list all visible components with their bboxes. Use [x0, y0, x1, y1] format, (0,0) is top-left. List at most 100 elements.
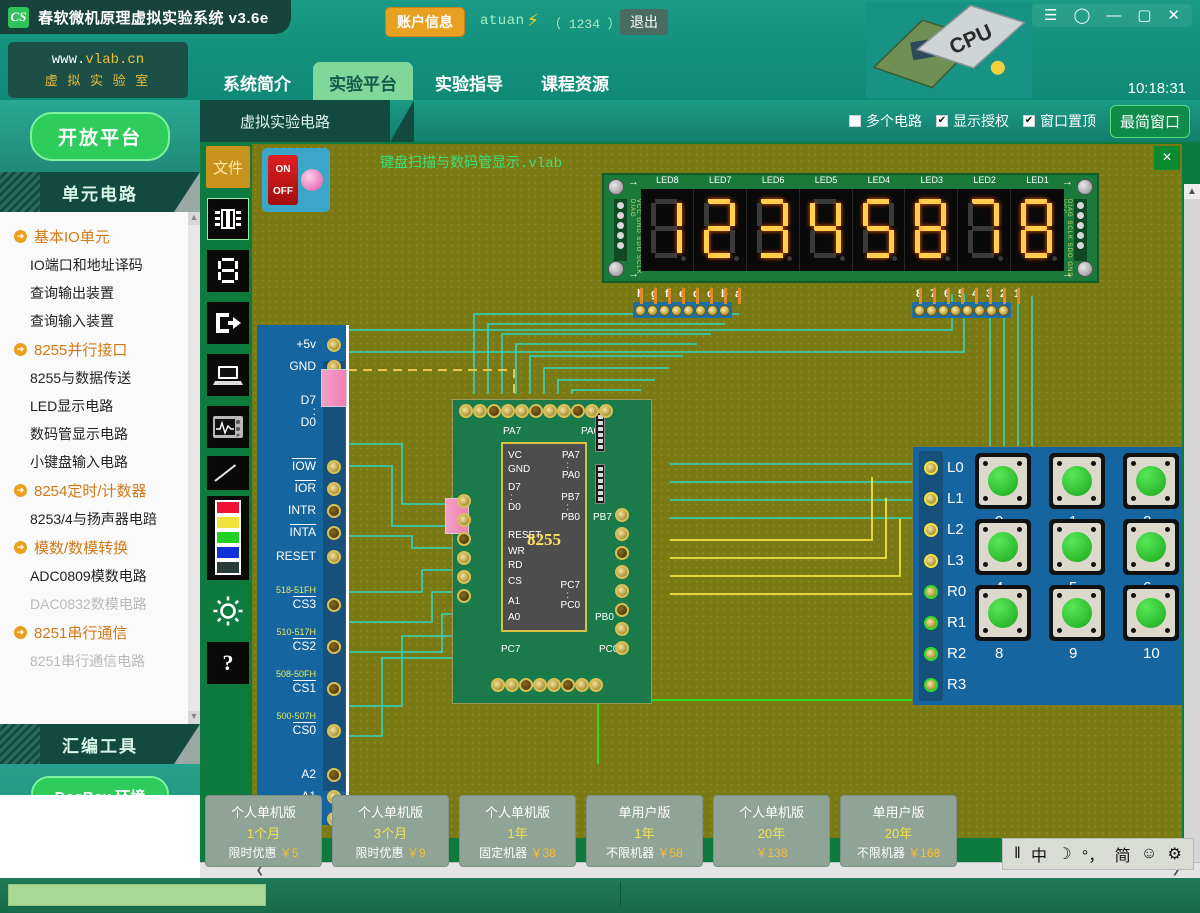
ic-bot-pad-6[interactable]	[575, 678, 589, 692]
pa-header-connector[interactable]	[595, 412, 605, 452]
ic-right-pad-4[interactable]	[615, 584, 629, 598]
connector-pin[interactable]	[647, 304, 658, 316]
ic-right-pad-7[interactable]	[615, 641, 629, 655]
ic-top-pad-7[interactable]	[557, 404, 571, 418]
keypad-pad-R0[interactable]	[924, 585, 938, 599]
logout-button[interactable]: 退出	[620, 9, 668, 35]
ime-punctuation-icon[interactable]: °，	[1082, 842, 1104, 866]
checkbox-show-license[interactable]: ✔ 显示授权	[935, 111, 1009, 131]
menu-item-10[interactable]: 8253/4与扬声器电踣	[0, 505, 200, 533]
ime-settings-icon[interactable]: ⚙	[1167, 844, 1181, 864]
menu-icon[interactable]: ☰	[1044, 8, 1057, 23]
connector-pin[interactable]	[998, 304, 1009, 316]
ic-left-pad-0[interactable]	[457, 494, 471, 508]
menu-item-1[interactable]: IO端口和地址译码	[0, 251, 200, 279]
circle-icon[interactable]: ◯	[1073, 8, 1090, 23]
swatch-green[interactable]	[215, 530, 241, 545]
pricing-card-5[interactable]: 单用户版 20年 不限机器 ￥168	[840, 795, 957, 867]
ime-moon-icon[interactable]: ☽	[1057, 844, 1071, 864]
connector-pin[interactable]	[671, 304, 682, 316]
seven-segment-icon[interactable]	[207, 250, 249, 292]
ic-bot-pad-7[interactable]	[589, 678, 603, 692]
menu-group-9[interactable]: ➜ 8254定时/计数器	[0, 476, 200, 505]
ic-left-pad-4[interactable]	[457, 570, 471, 584]
keypad-pad-L0[interactable]	[924, 461, 938, 475]
connector-pin[interactable]	[962, 304, 973, 316]
bus-pad-CS3[interactable]	[327, 598, 341, 612]
menu-item-15[interactable]: 8251串行通信电路	[0, 647, 200, 675]
menu-item-7[interactable]: 数码管显示电路	[0, 420, 200, 448]
nav-tab-experiment-guide[interactable]: 实验指导	[419, 62, 519, 100]
menu-group-4[interactable]: ➜ 8255并行接口	[0, 335, 200, 364]
scroll-up-icon[interactable]: ▲	[1184, 184, 1200, 199]
ic-bot-pad-0[interactable]	[491, 678, 505, 692]
bus-pad-INTA[interactable]	[327, 526, 341, 540]
ic-left-pad-3[interactable]	[457, 551, 471, 565]
keypad-pad-R3[interactable]	[924, 678, 938, 692]
ime-chinese-mode[interactable]: 中	[1031, 842, 1047, 866]
ime-divider[interactable]: ‖	[1014, 845, 1021, 863]
keypad-pad-L1[interactable]	[924, 492, 938, 506]
ic-top-pad-5[interactable]	[529, 404, 543, 418]
bus-pad-CS1[interactable]	[327, 682, 341, 696]
ic-top-pad-10[interactable]	[599, 404, 613, 418]
checkbox-multiple-circuits[interactable]: 多个电路	[848, 111, 922, 131]
ic-top-pad-1[interactable]	[473, 404, 487, 418]
nav-tab-experiment-platform[interactable]: 实验平台	[313, 62, 413, 100]
menu-item-3[interactable]: 查询输入装置	[0, 307, 200, 335]
circuit-board[interactable]: × 键盘扫描与数码管显示.vlab ON OFF → → → → VCC GND…	[252, 144, 1182, 838]
bus-pad-A2[interactable]	[327, 768, 341, 782]
keypad-pad-L3[interactable]	[924, 554, 938, 568]
digit-connector-header[interactable]	[912, 302, 1011, 318]
swatch-blue[interactable]	[215, 545, 241, 560]
bus-pad-RESET[interactable]	[327, 550, 341, 564]
power-rocker[interactable]: ON OFF	[268, 155, 298, 205]
menu-item-2[interactable]: 查询输出装置	[0, 279, 200, 307]
connector-pin[interactable]	[950, 304, 961, 316]
open-platform-button[interactable]: 开放平台	[29, 111, 170, 161]
swatch-red[interactable]	[215, 500, 241, 515]
swatch-dark[interactable]	[215, 560, 241, 575]
ic-top-pad-4[interactable]	[515, 404, 529, 418]
ic-left-pad-5[interactable]	[457, 589, 471, 603]
data-bus-connector[interactable]	[321, 369, 347, 407]
ic-top-pad-2[interactable]	[487, 404, 501, 418]
menu-item-8[interactable]: 小键盘输入电路	[0, 448, 200, 476]
help-icon[interactable]: ?	[207, 642, 249, 684]
pricing-card-3[interactable]: 单用户版 1年 不限机器 ￥58	[586, 795, 703, 867]
keypad-key-10[interactable]: 10	[1123, 585, 1179, 662]
connector-pin[interactable]	[659, 304, 670, 316]
bus-pad-IOR[interactable]	[327, 482, 341, 496]
nav-tab-system-intro[interactable]: 系统简介	[207, 62, 307, 100]
connector-pin[interactable]	[695, 304, 706, 316]
close-circuit-button[interactable]: ×	[1154, 146, 1180, 170]
keypad-pad-L2[interactable]	[924, 523, 938, 537]
ic-right-pad-0[interactable]	[615, 508, 629, 522]
bus-pad-INTR[interactable]	[327, 504, 341, 518]
connector-pin[interactable]	[914, 304, 925, 316]
scroll-down-icon[interactable]: ▼	[188, 711, 200, 724]
menu-item-13[interactable]: DAC0832数模电路	[0, 590, 200, 618]
ic-top-pad-9[interactable]	[585, 404, 599, 418]
keypad-key-5[interactable]: 5	[1049, 519, 1105, 596]
ic-8255-chip[interactable]: VC GND D7 : D0 RESET WR RD CS A1 A0 PA7 …	[501, 442, 587, 632]
menu-group-11[interactable]: ➜ 模数/数模转换	[0, 533, 200, 562]
keypad-key-8[interactable]: 8	[975, 585, 1031, 662]
connector-pin[interactable]	[986, 304, 997, 316]
maximize-icon[interactable]: ▢	[1137, 8, 1151, 23]
ime-toolbar[interactable]: ‖ 中 ☽ °， 简 ☺ ⚙	[1002, 838, 1194, 870]
circuit-vertical-scrollbar[interactable]: ▲	[1184, 184, 1200, 878]
oscilloscope-icon[interactable]	[207, 406, 249, 448]
gear-icon[interactable]	[207, 590, 249, 632]
line-tool-icon[interactable]	[207, 456, 249, 490]
ime-simplified-icon[interactable]: 简	[1115, 842, 1131, 866]
ic-bot-pad-1[interactable]	[505, 678, 519, 692]
ic-bot-pad-5[interactable]	[561, 678, 575, 692]
swatch-yellow[interactable]	[215, 515, 241, 530]
connector-pin[interactable]	[974, 304, 985, 316]
ic-right-pad-3[interactable]	[615, 565, 629, 579]
ic-bot-pad-3[interactable]	[533, 678, 547, 692]
ic-8255-board[interactable]: VC GND D7 : D0 RESET WR RD CS A1 A0 PA7 …	[445, 399, 652, 704]
ic-bot-pad-2[interactable]	[519, 678, 533, 692]
keypad-key-1[interactable]: 1	[1049, 453, 1105, 530]
